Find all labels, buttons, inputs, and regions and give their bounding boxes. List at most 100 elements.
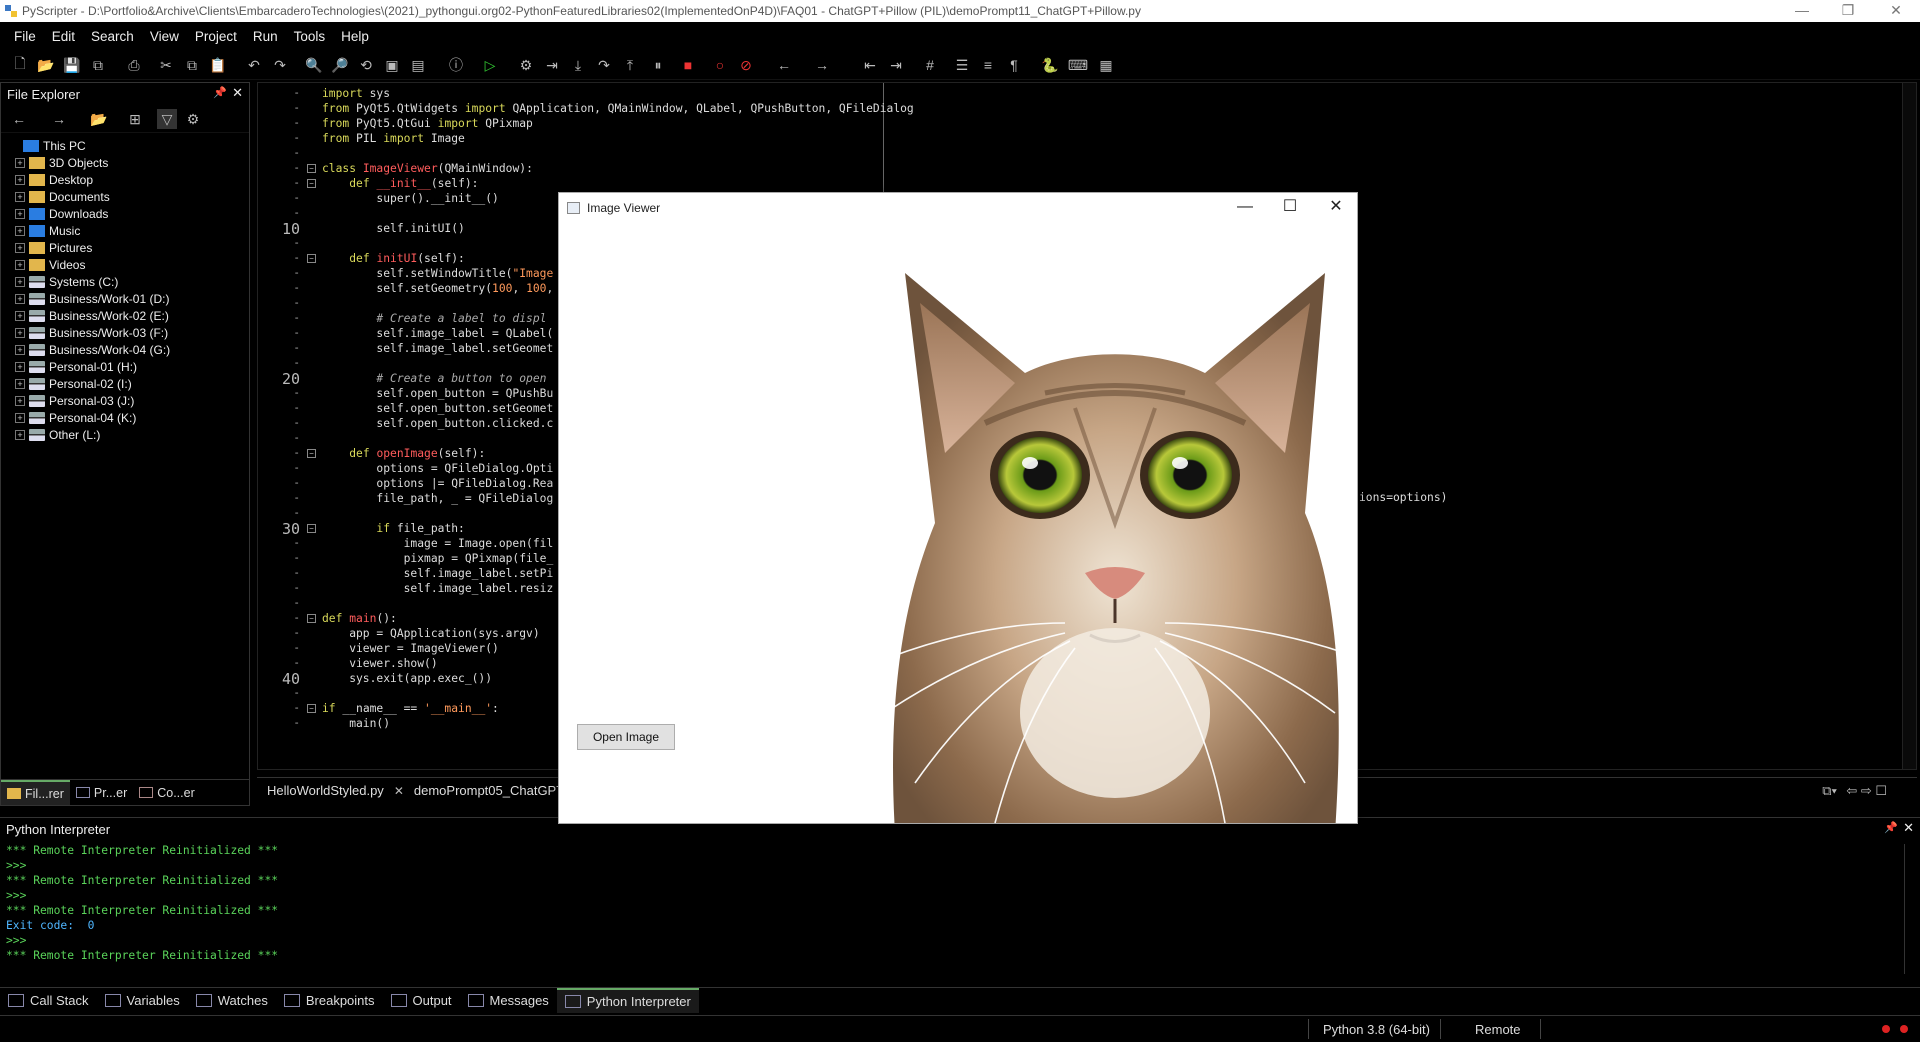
open-image-button[interactable]: Open Image xyxy=(577,724,675,750)
code-line[interactable]: class ImageViewer(QMainWindow): xyxy=(322,161,914,176)
comment-icon[interactable]: # xyxy=(920,55,940,75)
back-icon[interactable]: ← xyxy=(774,55,794,75)
info-icon[interactable]: ⓘ xyxy=(446,55,466,75)
step-over-icon[interactable]: ↷ xyxy=(594,55,614,75)
tree-item[interactable]: + Desktop xyxy=(1,171,249,188)
minimize-button[interactable]: — xyxy=(1780,0,1824,22)
expand-icon[interactable]: + xyxy=(15,344,25,355)
pin-icon[interactable]: 📌 xyxy=(213,86,227,99)
dedent-icon[interactable]: ⇥ xyxy=(886,55,906,75)
redo-icon[interactable]: ↷ xyxy=(270,55,290,75)
forward-icon[interactable]: → xyxy=(812,55,832,75)
save-icon[interactable]: 💾 xyxy=(62,55,82,75)
tab-actions-icon[interactable]: ⧉▾ xyxy=(1822,783,1837,799)
stop-icon[interactable]: ■ xyxy=(678,55,698,75)
tab-close-icon[interactable]: ✕ xyxy=(394,784,404,798)
tree-view-icon[interactable]: ⊞ xyxy=(125,109,145,129)
interpreter-output[interactable]: *** Remote Interpreter Reinitialized ***… xyxy=(0,840,1920,963)
tab-output[interactable]: Output xyxy=(383,988,460,1013)
menu-view[interactable]: View xyxy=(150,29,179,44)
paste-icon[interactable]: 📋 xyxy=(208,55,228,75)
fold-toggle-icon[interactable]: − xyxy=(307,179,316,188)
layout-icon[interactable]: ▦ xyxy=(1096,55,1116,75)
goto-icon[interactable]: ▤ xyxy=(408,55,428,75)
list-icon[interactable]: ☰ xyxy=(952,55,972,75)
tab-variables[interactable]: Variables xyxy=(97,988,188,1013)
find-next-icon[interactable]: 🔎 xyxy=(330,55,350,75)
tree-item[interactable]: + Pictures xyxy=(1,239,249,256)
tree-item[interactable]: + Other (L:) xyxy=(1,426,249,443)
toggle-breakpoint-icon[interactable]: ○ xyxy=(710,55,730,75)
save-all-icon[interactable]: ⧉ xyxy=(88,55,108,75)
code-line[interactable]: from PIL import Image xyxy=(322,131,914,146)
back-icon[interactable]: ← xyxy=(9,109,29,129)
tab-code-explorer[interactable]: Co...er xyxy=(133,780,201,805)
tree-item[interactable]: + Business/Work-01 (D:) xyxy=(1,290,249,307)
keyboard-icon[interactable]: ⌨ xyxy=(1068,55,1088,75)
tree-item[interactable]: + Personal-04 (K:) xyxy=(1,409,249,426)
editor-tab-demoprompt05[interactable]: demoPrompt05_ChatGPT xyxy=(404,783,574,798)
tree-item[interactable]: + Personal-03 (J:) xyxy=(1,392,249,409)
iv-close-button[interactable]: ✕ xyxy=(1313,193,1359,223)
close-panel-icon[interactable]: ✕ xyxy=(1903,820,1914,836)
expand-icon[interactable]: + xyxy=(15,361,25,372)
tree-item[interactable]: + Music xyxy=(1,222,249,239)
tree-item[interactable]: + Documents xyxy=(1,188,249,205)
cut-icon[interactable]: ✂ xyxy=(156,55,176,75)
menu-tools[interactable]: Tools xyxy=(294,29,326,44)
step-out-icon[interactable]: ⤒ xyxy=(620,55,640,75)
expand-icon[interactable]: + xyxy=(15,242,25,253)
expand-icon[interactable]: + xyxy=(15,327,25,338)
tree-item[interactable]: + Personal-02 (I:) xyxy=(1,375,249,392)
folder-settings-icon[interactable]: ⚙ xyxy=(183,109,203,129)
expand-icon[interactable]: + xyxy=(15,429,25,440)
forward-icon[interactable]: → xyxy=(49,109,69,129)
expand-icon[interactable]: + xyxy=(15,310,25,321)
python-version-status[interactable]: Python 3.8 (64-bit) xyxy=(1323,1022,1430,1037)
browse-folder-icon[interactable]: 📂 xyxy=(89,109,109,129)
fold-toggle-icon[interactable]: − xyxy=(307,614,316,623)
expand-icon[interactable]: + xyxy=(15,157,25,168)
replace-icon[interactable]: ⟲ xyxy=(356,55,376,75)
tab-file-explorer[interactable]: Fil...rer xyxy=(1,780,70,805)
new-file-icon[interactable]: 🗋 xyxy=(10,55,30,75)
fold-toggle-icon[interactable]: − xyxy=(307,524,316,533)
debug-icon[interactable]: ⚙ xyxy=(516,55,536,75)
tree-item[interactable]: + Personal-01 (H:) xyxy=(1,358,249,375)
menu-file[interactable]: File xyxy=(14,29,36,44)
tab-nav-icon[interactable]: ⇦ ⇨ ☐ xyxy=(1846,783,1887,799)
expand-icon[interactable]: + xyxy=(15,191,25,202)
menu-search[interactable]: Search xyxy=(91,29,134,44)
pilcrow-icon[interactable]: ¶ xyxy=(1004,55,1024,75)
fold-toggle-icon[interactable]: − xyxy=(307,164,316,173)
code-line[interactable] xyxy=(322,146,914,161)
tree-item[interactable]: + Business/Work-02 (E:) xyxy=(1,307,249,324)
run-to-cursor-icon[interactable]: ⇥ xyxy=(542,55,562,75)
expand-icon[interactable]: + xyxy=(15,395,25,406)
expand-icon[interactable]: + xyxy=(15,276,25,287)
expand-icon[interactable]: + xyxy=(15,174,25,185)
iv-maximize-button[interactable]: ☐ xyxy=(1267,193,1313,223)
menu-edit[interactable]: Edit xyxy=(52,29,75,44)
tab-watches[interactable]: Watches xyxy=(188,988,276,1013)
code-line[interactable]: import sys xyxy=(322,86,914,101)
close-button[interactable]: ✕ xyxy=(1874,0,1918,22)
pin-icon[interactable]: 📌 xyxy=(1884,821,1898,834)
step-into-icon[interactable]: ⤓ xyxy=(568,55,588,75)
indent-icon[interactable]: ⇤ xyxy=(860,55,880,75)
clear-breakpoints-icon[interactable]: ⊘ xyxy=(736,55,756,75)
fold-toggle-icon[interactable]: − xyxy=(307,254,316,263)
tree-item[interactable]: + Videos xyxy=(1,256,249,273)
editor-tab-helloworld[interactable]: HelloWorldStyled.py xyxy=(257,783,394,798)
vertical-scrollbar[interactable] xyxy=(1902,83,1916,769)
engine-status[interactable]: Remote xyxy=(1475,1022,1521,1037)
iv-minimize-button[interactable]: — xyxy=(1222,193,1268,223)
tree-item[interactable]: + Business/Work-04 (G:) xyxy=(1,341,249,358)
copy-icon[interactable]: ⧉ xyxy=(182,55,202,75)
close-panel-icon[interactable]: ✕ xyxy=(232,85,243,101)
code-line[interactable]: from PyQt5.QtWidgets import QApplication… xyxy=(322,101,914,116)
tab-messages[interactable]: Messages xyxy=(460,988,557,1013)
interpreter-scrollbar[interactable] xyxy=(1904,844,1916,974)
open-file-icon[interactable]: 📂 xyxy=(36,55,56,75)
run-icon[interactable]: ▷ xyxy=(480,55,500,75)
